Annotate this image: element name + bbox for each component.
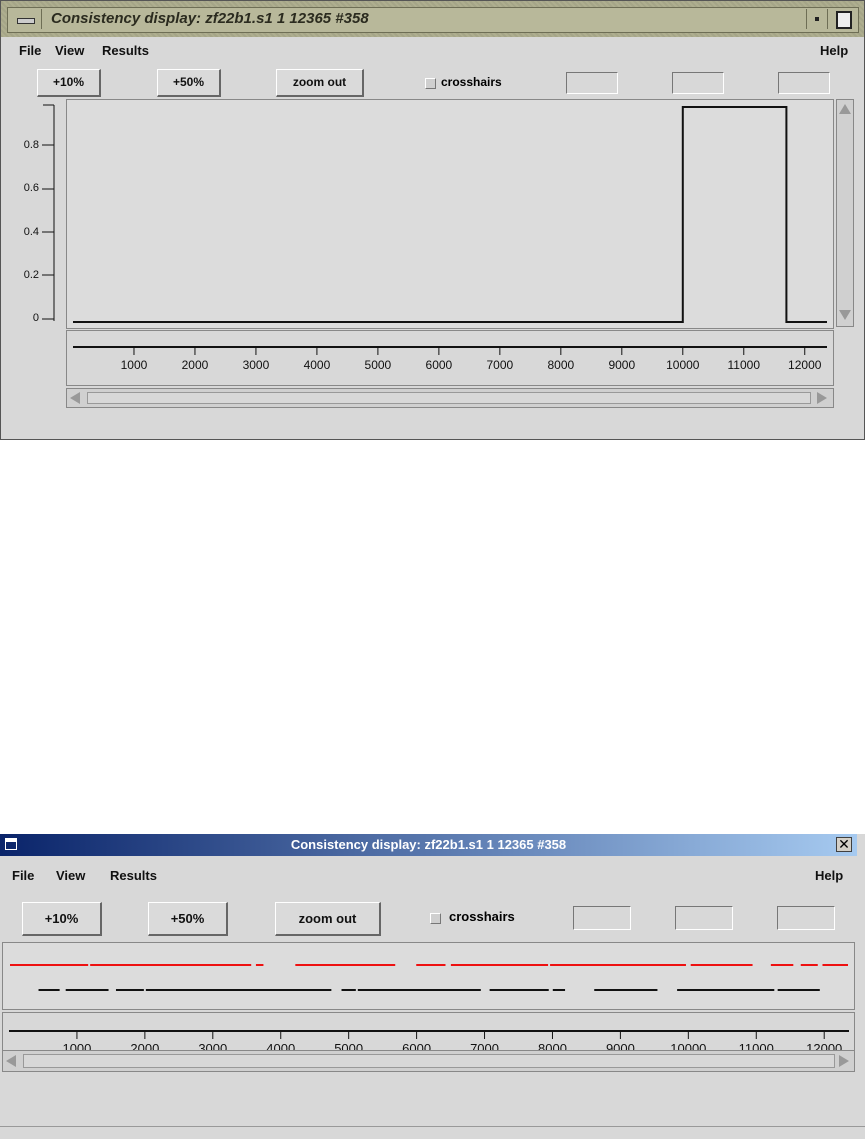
x-tick-label: 12000 [788,358,822,372]
scroll-right-icon[interactable] [817,392,827,404]
menu-bar: File View Results Help [0,862,857,890]
scroll-thumb[interactable] [87,392,811,404]
x-tick-label: 7000 [486,358,513,372]
y-tick-marks [42,144,54,320]
window-title: Consistency display: zf22b1.s1 1 12365 #… [290,837,567,852]
consistency-plot-area[interactable] [66,99,834,329]
x-tick-label: 11000 [728,358,761,372]
menu-results[interactable]: Results [110,868,157,883]
x-tick-label: 2000 [182,358,209,372]
y-tick-label: 0.4 [23,226,39,238]
crosshairs-label: crosshairs [441,75,502,89]
window-title: Consistency display: zf22b1.s1 1 12365 #… [51,10,369,27]
menu-view[interactable]: View [55,43,84,58]
coord-field-1[interactable] [566,72,618,94]
zoom-10-button[interactable]: +10% [22,902,102,936]
y-tick-label: 0.6 [23,182,39,194]
scroll-up-icon[interactable] [839,104,851,114]
x-tick-label: 1000 [121,358,148,372]
x-tick-label: 8000 [547,358,574,372]
horizontal-scrollbar[interactable] [66,388,834,408]
coord-field-2[interactable] [675,906,733,930]
menu-file[interactable]: File [19,43,41,58]
zoom-out-button[interactable]: zoom out [275,902,381,936]
y-axis [43,104,55,321]
coord-field-2[interactable] [672,72,724,94]
segment-plot-area[interactable] [2,942,855,1010]
coord-field-3[interactable] [777,906,835,930]
x-axis: 1000 2000 3000 4000 5000 6000 7000 8000 9000 1000… [73,346,827,372]
x-axis-panel: 1000 2000 3000 4000 5000 6000 7000 8000 9000 1000… [66,330,834,386]
coord-field-1[interactable] [573,906,631,930]
x-tick-label: 10000 [666,358,700,372]
x-tick-label: 3000 [243,358,270,372]
zoom-50-button[interactable]: +50% [157,69,221,97]
menu-bar: File View Results Help [9,37,859,65]
maximize-icon[interactable] [831,9,855,29]
scroll-right-icon[interactable] [839,1055,849,1067]
consistency-window-top: Consistency display: zf22b1.s1 1 12365 #… [0,0,865,440]
segment-plot [10,964,848,991]
x-tick-label: 9000 [608,358,635,372]
consistency-line [73,106,827,323]
bottom-status-strip [0,1126,865,1139]
minimize-icon[interactable] [806,9,828,29]
x-tick-label: 4000 [304,358,331,372]
menu-results[interactable]: Results [102,43,149,58]
crosshairs-checkbox[interactable] [430,913,441,924]
close-icon[interactable]: ✕ [836,837,852,852]
y-tick-label: 0 [32,312,39,324]
menu-help[interactable]: Help [815,868,843,883]
scroll-thumb[interactable] [23,1054,835,1068]
x-tick-label: 6000 [426,358,453,372]
vertical-scrollbar[interactable] [836,99,854,327]
consistency-window-bottom: Consistency display: zf22b1.s1 1 12365 #… [0,834,865,1138]
scroll-left-icon[interactable] [70,392,80,404]
zoom-out-button[interactable]: zoom out [276,69,364,97]
y-tick-label: 0.8 [23,139,39,151]
menu-view[interactable]: View [56,868,85,883]
scroll-down-icon[interactable] [839,310,851,320]
x-tick-label: 5000 [365,358,392,372]
zoom-10-button[interactable]: +10% [37,69,101,97]
menu-file[interactable]: File [12,868,34,883]
crosshairs-label: crosshairs [449,909,515,924]
crosshairs-checkbox[interactable] [425,78,436,89]
consistency-plot [73,106,827,323]
y-tick-label: 0.2 [23,269,39,281]
scroll-left-icon[interactable] [6,1055,16,1067]
zoom-50-button[interactable]: +50% [148,902,228,936]
window-menu-icon[interactable] [11,9,42,29]
coord-field-3[interactable] [778,72,830,94]
menu-help[interactable]: Help [820,43,848,58]
horizontal-scrollbar-bottom[interactable] [2,1050,855,1072]
